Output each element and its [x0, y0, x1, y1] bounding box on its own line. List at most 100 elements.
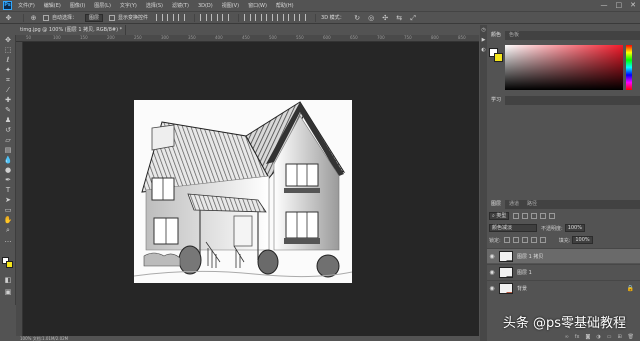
filter-adjust-icon[interactable]	[522, 213, 529, 219]
image-canvas[interactable]	[134, 100, 352, 283]
hue-slider[interactable]	[626, 45, 632, 90]
filter-shape-icon[interactable]	[540, 213, 547, 219]
link-icon[interactable]: ∞	[565, 334, 569, 341]
tab-layers[interactable]: 图层	[487, 200, 506, 209]
quick-mask-icon[interactable]: ◧	[0, 275, 16, 285]
layer-row[interactable]: ◉ 背景 🔒	[487, 280, 640, 295]
tab-color[interactable]: 颜色	[487, 31, 506, 40]
lock-image-icon[interactable]	[512, 237, 519, 243]
lock-artboard-icon[interactable]	[530, 237, 537, 243]
align-right-icon[interactable]	[222, 14, 230, 21]
new-layer-icon[interactable]: ⊞	[617, 334, 621, 341]
show-transform-checkbox[interactable]	[109, 14, 116, 21]
magic-wand-icon[interactable]: ✦	[0, 65, 16, 75]
marquee-icon[interactable]: ⬚	[0, 45, 16, 55]
zoom-icon[interactable]: ⌕	[0, 225, 16, 235]
adjustments-panel-icon[interactable]: ◐	[480, 45, 487, 55]
menu-help[interactable]: 帮助(H)	[276, 2, 294, 9]
crop-icon[interactable]: ⌗	[0, 75, 16, 85]
menu-image[interactable]: 图像(I)	[70, 2, 85, 9]
mask-icon[interactable]: ◙	[585, 334, 590, 341]
filter-type-icon[interactable]	[531, 213, 538, 219]
distribute-left-icon[interactable]	[277, 14, 285, 21]
folder-icon[interactable]: ▭	[607, 334, 612, 341]
3d-roll-icon[interactable]: ◎	[367, 14, 376, 22]
distribute-hcenter-icon[interactable]	[288, 14, 296, 21]
visibility-eye-icon[interactable]: ◉	[487, 253, 497, 260]
align-hcenter-icon[interactable]	[211, 14, 219, 21]
path-select-icon[interactable]: ➤	[0, 195, 16, 205]
distribute-bottom-icon[interactable]	[266, 14, 274, 21]
auto-select-target-dropdown[interactable]: 图层	[85, 13, 104, 22]
maximize-button[interactable]: □	[616, 1, 623, 9]
eyedropper-icon[interactable]: ⁄	[0, 85, 16, 95]
blend-mode-dropdown[interactable]: 颜色减淡	[489, 224, 537, 232]
align-bottom-icon[interactable]	[178, 14, 186, 21]
menu-filter[interactable]: 滤镜(T)	[172, 2, 189, 9]
move-tool-icon[interactable]: ✥	[4, 14, 13, 22]
more-icon[interactable]: …	[0, 235, 16, 245]
dodge-icon[interactable]: ●	[0, 165, 16, 175]
menu-select[interactable]: 选择(S)	[146, 2, 163, 9]
auto-select-checkbox[interactable]	[43, 14, 49, 21]
brush-icon[interactable]: ✎	[0, 105, 16, 115]
layer-filter-dropdown[interactable]: ⌕ 类型	[489, 212, 510, 220]
history-panel-icon[interactable]: ◷	[480, 25, 487, 35]
adjust-icon[interactable]: ◑	[596, 334, 600, 341]
align-top-icon[interactable]	[156, 14, 164, 21]
layer-row[interactable]: ◉ 图层 1	[487, 264, 640, 279]
distribute-right-icon[interactable]	[299, 14, 307, 21]
3d-rotate-icon[interactable]: ↻	[353, 14, 362, 22]
distribute-top-icon[interactable]	[244, 14, 252, 21]
fx-icon[interactable]: fx	[575, 334, 580, 341]
shape-icon[interactable]: ▭	[0, 205, 16, 215]
healing-icon[interactable]: ✚	[0, 95, 16, 105]
tab-channels[interactable]: 通道	[505, 200, 523, 209]
minimize-button[interactable]: —	[601, 1, 608, 9]
lock-pixels-icon[interactable]	[503, 237, 510, 243]
screen-mode-icon[interactable]: ▣	[0, 287, 16, 297]
visibility-eye-icon[interactable]: ◉	[487, 285, 497, 292]
layer-row[interactable]: ◉ 图层 1 拷贝	[487, 248, 640, 263]
menu-edit[interactable]: 编辑(E)	[44, 2, 61, 9]
menu-window[interactable]: 窗口(W)	[248, 2, 267, 9]
distribute-vcenter-icon[interactable]	[255, 14, 263, 21]
hand-icon[interactable]: ✋	[0, 215, 16, 225]
menu-type[interactable]: 文字(Y)	[120, 2, 137, 9]
3d-slide-icon[interactable]: ⇆	[395, 14, 404, 22]
tab-swatches[interactable]: 色板	[505, 31, 523, 40]
type-icon[interactable]: T	[0, 185, 16, 195]
3d-scale-icon[interactable]: ⤢	[409, 14, 418, 22]
3d-pan-icon[interactable]: ✣	[381, 14, 390, 22]
history-brush-icon[interactable]: ↺	[0, 125, 16, 135]
lasso-icon[interactable]: ℓ	[0, 55, 16, 65]
menu-layer[interactable]: 图层(L)	[94, 2, 111, 9]
pen-icon[interactable]: ✒	[0, 175, 16, 185]
lock-position-icon[interactable]	[521, 237, 528, 243]
opacity-input[interactable]: 100%	[564, 224, 585, 232]
menu-view[interactable]: 视图(V)	[222, 2, 239, 9]
eraser-icon[interactable]: ▱	[0, 135, 16, 145]
visibility-eye-icon[interactable]: ◉	[487, 269, 497, 276]
menu-3d[interactable]: 3D(D)	[198, 3, 213, 9]
lock-all-icon[interactable]	[539, 237, 546, 243]
align-left-icon[interactable]	[200, 14, 208, 21]
gradient-icon[interactable]: ▤	[0, 145, 16, 155]
tab-paths[interactable]: 路径	[523, 200, 541, 209]
background-color[interactable]	[494, 53, 503, 62]
menu-file[interactable]: 文件(F)	[18, 2, 35, 9]
align-vcenter-icon[interactable]	[167, 14, 175, 21]
blur-icon[interactable]: 💧	[0, 155, 16, 165]
filter-pixel-icon[interactable]	[513, 213, 520, 219]
move-icon[interactable]: ✥	[0, 35, 16, 45]
stamp-icon[interactable]: ♟	[0, 115, 16, 125]
background-color-swatch[interactable]	[6, 261, 13, 268]
properties-panel-icon[interactable]: ▶	[480, 35, 487, 45]
trash-icon[interactable]: 🗑	[628, 334, 634, 341]
color-picker-field[interactable]	[505, 45, 623, 90]
close-window-button[interactable]: ✕	[630, 1, 636, 9]
move-preset-icon[interactable]: ⊕	[29, 14, 38, 22]
document-tab[interactable]: timg.jpg @ 100% (图层 1 拷贝, RGB/8#) * ×	[16, 25, 126, 35]
tab-learn[interactable]: 学习	[487, 96, 506, 105]
fill-input[interactable]: 100%	[572, 236, 593, 244]
